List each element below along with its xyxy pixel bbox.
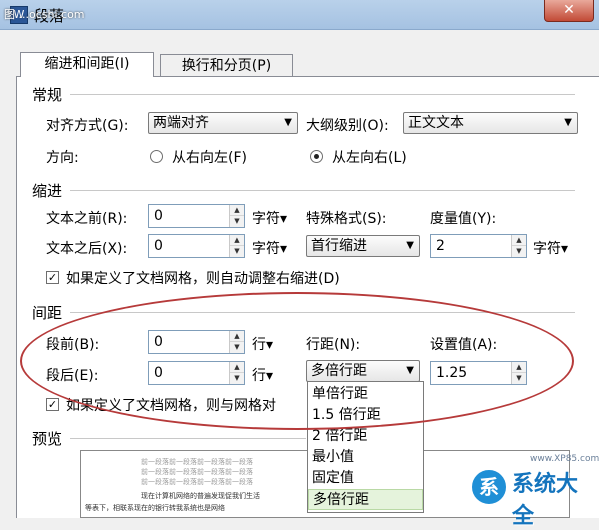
alignment-select[interactable]: 两端对齐 ▼ xyxy=(148,112,298,134)
rtl-radio-label[interactable]: 从右向左(F) xyxy=(172,147,247,167)
general-separator xyxy=(70,94,575,95)
outline-level-value: 正文文本 xyxy=(408,115,464,131)
spin-up-icon[interactable]: ▲ xyxy=(230,331,244,342)
indent-after-value: 0 xyxy=(154,238,163,254)
line-spacing-dropdown: 单倍行距 1.5 倍行距 2 倍行距 最小值 固定值 多倍行距 xyxy=(307,381,424,513)
setting-value: 1.25 xyxy=(436,365,468,381)
preview-line: 等表下，相联系现在的银行转我系统也是网络 xyxy=(85,504,225,512)
preview-line: 前一段落前一段落前一段落前一段落 xyxy=(141,458,253,466)
grid-align-label[interactable]: 如果定义了文档网格，则与网格对 xyxy=(66,395,276,415)
dropdown-option[interactable]: 最小值 xyxy=(308,447,423,468)
spin-up-icon[interactable]: ▲ xyxy=(230,235,244,246)
space-after-unit[interactable]: 行▾ xyxy=(252,365,273,385)
logo-text: 系统大全 xyxy=(512,472,579,529)
spin-up-icon[interactable]: ▲ xyxy=(230,205,244,216)
space-after-label: 段后(E): xyxy=(46,368,99,384)
spin-up-icon[interactable]: ▲ xyxy=(512,362,526,373)
tab-indent-spacing[interactable]: 缩进和间距(I) xyxy=(20,52,154,77)
space-before-value: 0 xyxy=(154,334,163,350)
ltr-radio-label[interactable]: 从左向右(L) xyxy=(332,147,407,167)
ltr-radio[interactable] xyxy=(310,150,323,163)
indent-after-label: 文本之后(X): xyxy=(46,241,128,257)
spin-up-icon[interactable]: ▲ xyxy=(512,235,526,246)
indent-before-spinner[interactable]: 0 ▲ ▼ xyxy=(148,204,245,228)
direction-label: 方向: xyxy=(46,150,79,166)
indent-separator xyxy=(70,190,575,191)
dropdown-option-selected[interactable]: 多倍行距 xyxy=(308,489,423,510)
logo-url: www.XP85.com xyxy=(530,454,599,464)
dropdown-option[interactable]: 固定值 xyxy=(308,468,423,489)
spin-down-icon[interactable]: ▼ xyxy=(230,342,244,353)
spacing-heading: 间距 xyxy=(32,304,63,322)
dropdown-option[interactable]: 1.5 倍行距 xyxy=(308,405,423,426)
alignment-value: 两端对齐 xyxy=(153,115,209,131)
line-spacing-select[interactable]: 多倍行距 ▼ xyxy=(306,360,420,382)
watermark-text: 图 ...ocshi.com xyxy=(4,8,85,21)
line-spacing-value: 多倍行距 xyxy=(311,363,367,379)
chevron-down-icon: ▼ xyxy=(284,117,292,128)
preview-line: 现在计算机网络的普遍发现促我们生活 xyxy=(141,492,260,500)
line-spacing-label: 行距(N): xyxy=(306,337,361,353)
auto-adjust-checkbox[interactable]: ✓ xyxy=(46,271,59,284)
spin-up-icon[interactable]: ▲ xyxy=(230,362,244,373)
setting-value-label: 设置值(A): xyxy=(430,337,498,353)
close-button[interactable]: ✕ xyxy=(544,0,594,22)
space-before-label: 段前(B): xyxy=(46,337,100,353)
auto-adjust-label[interactable]: 如果定义了文档网格，则自动调整右缩进(D) xyxy=(66,268,340,288)
measure-label: 度量值(Y): xyxy=(430,211,497,227)
preview-separator xyxy=(70,438,306,439)
dropdown-option[interactable]: 单倍行距 xyxy=(308,384,423,405)
spin-down-icon[interactable]: ▼ xyxy=(512,246,526,257)
space-after-spinner[interactable]: 0 ▲ ▼ xyxy=(148,361,245,385)
special-format-select[interactable]: 首行缩进 ▼ xyxy=(306,235,420,257)
measure-spinner[interactable]: 2 ▲ ▼ xyxy=(430,234,527,258)
spin-down-icon[interactable]: ▼ xyxy=(230,216,244,227)
indent-before-unit[interactable]: 字符▾ xyxy=(252,208,287,228)
indent-before-value: 0 xyxy=(154,208,163,224)
outline-level-label: 大纲级别(O): xyxy=(306,118,389,134)
grid-align-checkbox[interactable]: ✓ xyxy=(46,398,59,411)
chevron-down-icon: ▼ xyxy=(406,365,414,376)
general-heading: 常规 xyxy=(32,86,63,104)
tab-line-page-breaks[interactable]: 换行和分页(P) xyxy=(160,54,293,78)
spacing-separator xyxy=(70,312,575,313)
special-format-value: 首行缩进 xyxy=(311,238,367,254)
indent-after-spinner[interactable]: 0 ▲ ▼ xyxy=(148,234,245,258)
logo-glyph: 系 xyxy=(470,468,508,506)
measure-unit[interactable]: 字符▾ xyxy=(533,238,568,258)
title-bar: W 段落 图 ...ocshi.com ✕ xyxy=(0,0,599,30)
rtl-radio[interactable] xyxy=(150,150,163,163)
special-format-label: 特殊格式(S): xyxy=(306,211,387,227)
preview-line: 前一段落前一段落前一段落前一段落 xyxy=(141,478,253,486)
site-logo: 系 系统大全 www.XP85.com xyxy=(470,454,599,529)
chevron-down-icon: ▼ xyxy=(406,240,414,251)
indent-after-unit[interactable]: 字符▾ xyxy=(252,238,287,258)
space-before-unit[interactable]: 行▾ xyxy=(252,334,273,354)
spin-down-icon[interactable]: ▼ xyxy=(230,373,244,384)
outline-level-select[interactable]: 正文文本 ▼ xyxy=(403,112,578,134)
space-before-spinner[interactable]: 0 ▲ ▼ xyxy=(148,330,245,354)
preview-heading: 预览 xyxy=(32,430,63,448)
dropdown-option[interactable]: 2 倍行距 xyxy=(308,426,423,447)
space-after-value: 0 xyxy=(154,365,163,381)
spin-down-icon[interactable]: ▼ xyxy=(512,373,526,384)
chevron-down-icon: ▼ xyxy=(564,117,572,128)
alignment-label: 对齐方式(G): xyxy=(46,118,129,134)
measure-value: 2 xyxy=(436,238,445,254)
indent-heading: 缩进 xyxy=(32,182,63,200)
setting-value-spinner[interactable]: 1.25 ▲ ▼ xyxy=(430,361,527,385)
indent-before-label: 文本之前(R): xyxy=(46,211,128,227)
spin-down-icon[interactable]: ▼ xyxy=(230,246,244,257)
preview-line: 前一段落前一段落前一段落前一段落 xyxy=(141,468,253,476)
